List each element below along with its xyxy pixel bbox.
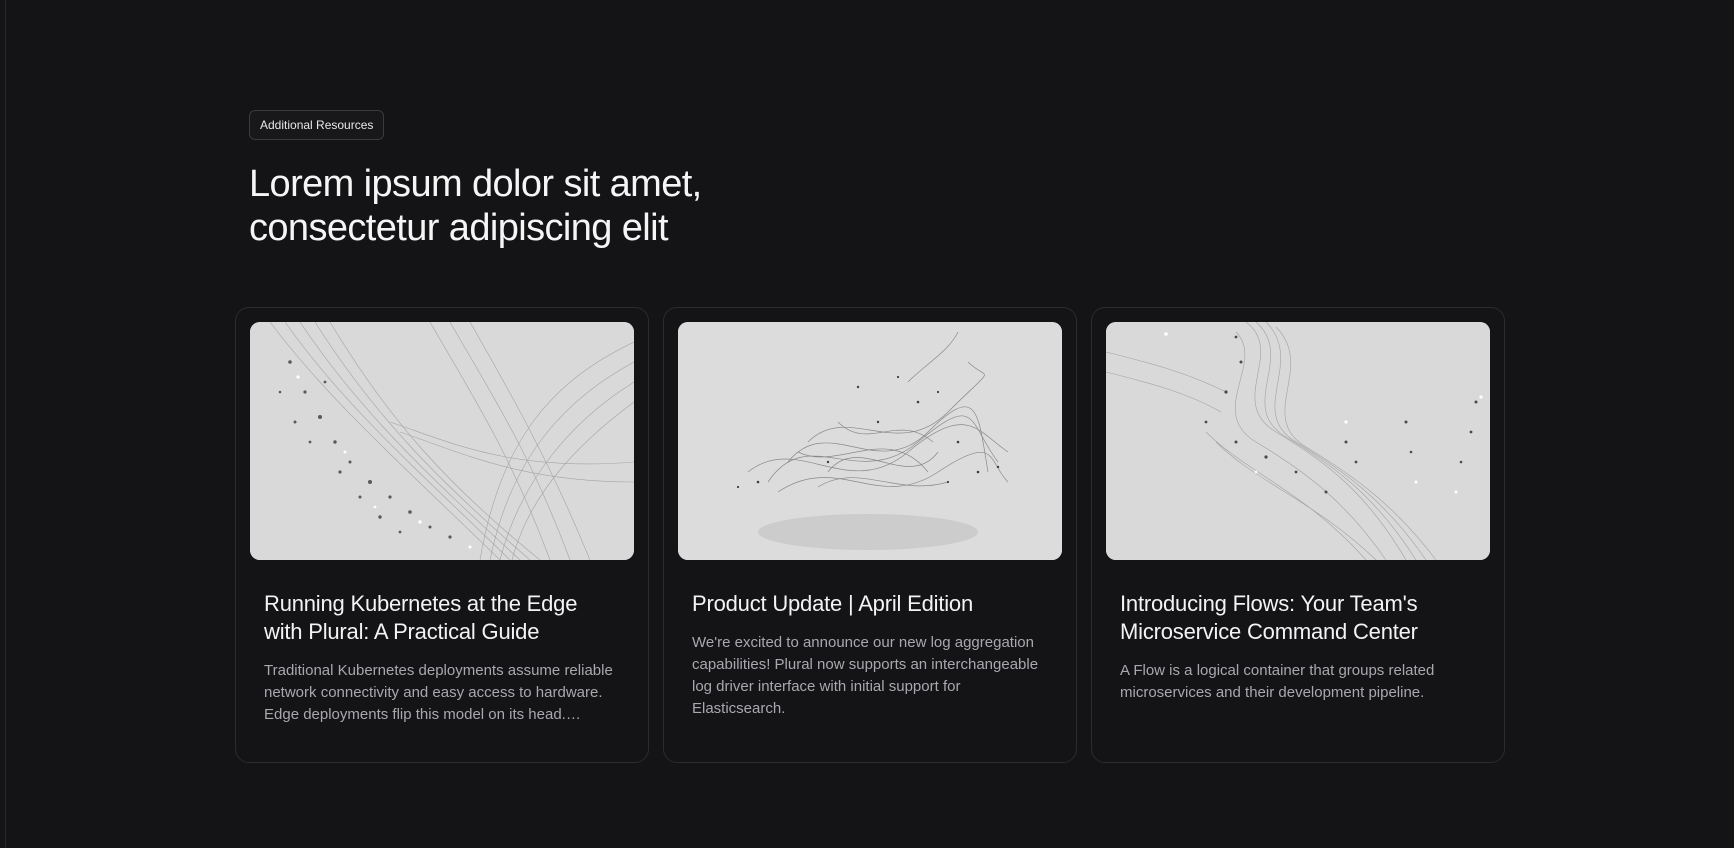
card-description: We're excited to announce our new log ag… [692,634,1039,717]
card-image-strands [1106,322,1490,560]
abstract-tangle-image [678,322,1062,560]
card-title[interactable]: Product Update | April Edition [692,590,1048,618]
resource-card-product-update[interactable]: Product Update | April Edition We're exc… [663,307,1077,763]
abstract-strands-image [1106,322,1490,560]
page: Additional Resources Lorem ipsum dolor s… [0,0,1734,848]
resource-card-kubernetes-edge[interactable]: Running Kubernetes at the Edge with Plur… [235,307,649,763]
abstract-wave-image [250,322,634,560]
card-description: A Flow is a logical container that group… [1120,662,1435,701]
left-divider [5,0,6,848]
card-image-feather [250,322,634,560]
section-heading: Lorem ipsum dolor sit amet, consectetur … [249,163,702,249]
resource-card-introducing-flows[interactable]: Introducing Flows: Your Team's Microserv… [1091,307,1505,763]
card-title[interactable]: Introducing Flows: Your Team's Microserv… [1120,590,1476,646]
card-image-tangle [678,322,1062,560]
card-description: Traditional Kubernetes deployments assum… [264,662,613,723]
resource-cards: Running Kubernetes at the Edge with Plur… [235,307,1505,763]
section-badge: Additional Resources [249,110,385,140]
resources-section-header: Additional Resources Lorem ipsum dolor s… [249,110,769,250]
card-title[interactable]: Running Kubernetes at the Edge with Plur… [264,590,620,646]
card-body: Running Kubernetes at the Edge with Plur… [250,560,634,726]
card-body: Product Update | April Edition We're exc… [678,560,1062,720]
card-body: Introducing Flows: Your Team's Microserv… [1106,560,1490,704]
